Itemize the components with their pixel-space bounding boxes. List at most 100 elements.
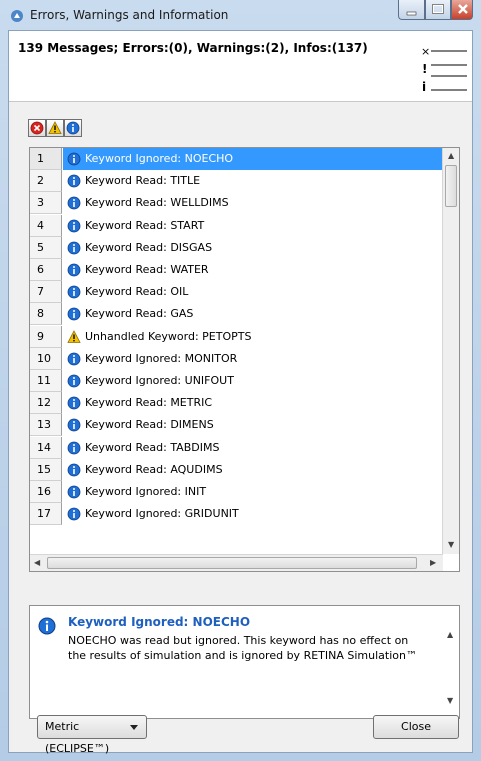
row-number[interactable]: 11	[30, 370, 62, 392]
detail-scrollbar[interactable]: ▲ ▼	[442, 630, 459, 710]
scroll-up-icon[interactable]: ▲	[447, 630, 453, 639]
row-number[interactable]: 3	[30, 192, 62, 215]
message-cell[interactable]: Keyword Read: DIMENS	[63, 414, 443, 436]
table-row[interactable]: 9 Unhandled Keyword: PETOPTS	[30, 325, 443, 348]
row-number[interactable]: 8	[30, 303, 62, 326]
info-icon	[67, 418, 81, 432]
table-row[interactable]: 10 Keyword Ignored: MONITOR	[30, 347, 443, 370]
warning-filter-button[interactable]	[46, 119, 64, 137]
row-number[interactable]: 17	[30, 503, 62, 526]
info-icon	[66, 121, 80, 135]
message-text: Keyword Read: TITLE	[85, 174, 201, 188]
table-row[interactable]: 3 Keyword Read: WELLDIMS	[30, 192, 443, 215]
table-row[interactable]: 6 Keyword Read: WATER	[30, 259, 443, 281]
info-icon	[67, 507, 81, 521]
info-icon	[67, 285, 81, 299]
info-filter-button[interactable]	[64, 119, 82, 137]
svg-text:!: !	[422, 62, 427, 76]
message-cell[interactable]: Keyword Read: TABDIMS	[63, 437, 443, 459]
message-cell[interactable]: Keyword Read: AQUDIMS	[63, 459, 443, 481]
title-bar[interactable]: Errors, Warnings and Information	[0, 0, 481, 30]
message-cell[interactable]: Keyword Ignored: NOECHO	[63, 148, 443, 170]
scroll-up-icon[interactable]: ▲	[448, 151, 454, 160]
info-icon	[67, 374, 81, 388]
info-icon	[67, 307, 81, 321]
row-number[interactable]: 13	[30, 414, 62, 437]
maximize-button[interactable]	[425, 0, 451, 20]
scroll-right-icon[interactable]: ▶	[430, 558, 436, 567]
minimize-button[interactable]	[398, 0, 425, 20]
message-text: Keyword Read: AQUDIMS	[85, 462, 223, 476]
table-row[interactable]: 17 Keyword Ignored: GRIDUNIT	[30, 503, 443, 526]
close-window-button[interactable]	[451, 0, 473, 20]
message-cell[interactable]: Keyword Read: WELLDIMS	[63, 192, 443, 214]
message-text: Keyword Ignored: NOECHO	[85, 152, 234, 165]
row-number[interactable]: 16	[30, 481, 62, 503]
table-row[interactable]: 11 Keyword Ignored: UNIFOUT	[30, 370, 443, 392]
message-text: Unhandled Keyword: PETOPTS	[85, 329, 252, 343]
window-title: Errors, Warnings and Information	[30, 8, 229, 22]
info-icon	[67, 396, 81, 410]
message-cell[interactable]: Keyword Read: OIL	[63, 281, 443, 303]
scroll-down-icon[interactable]: ▼	[448, 540, 454, 549]
message-cell[interactable]: Keyword Read: START	[63, 215, 443, 237]
close-icon	[458, 4, 468, 14]
message-cell[interactable]: Keyword Read: TITLE	[63, 170, 443, 192]
minimize-icon	[406, 11, 417, 16]
error-filter-button[interactable]	[28, 119, 46, 137]
message-cell[interactable]: Keyword Ignored: GRIDUNIT	[63, 503, 443, 525]
message-cell[interactable]: Keyword Ignored: UNIFOUT	[63, 370, 443, 392]
table-row[interactable]: 1 Keyword Ignored: NOECHO	[30, 148, 443, 170]
row-number[interactable]: 12	[30, 392, 62, 415]
message-text: Keyword Read: WELLDIMS	[85, 196, 229, 210]
vertical-scrollbar[interactable]: ▲ ▼	[442, 148, 459, 554]
table-row[interactable]: 8 Keyword Read: GAS	[30, 303, 443, 326]
table-row[interactable]: 16 Keyword Ignored: INIT	[30, 481, 443, 503]
table-row[interactable]: 15 Keyword Read: AQUDIMS	[30, 458, 443, 481]
message-cell[interactable]: Keyword Ignored: MONITOR	[63, 348, 443, 370]
close-button[interactable]: Close	[373, 715, 459, 739]
message-cell[interactable]: Keyword Read: METRIC	[63, 392, 443, 414]
message-cell[interactable]: Keyword Read: WATER	[63, 259, 443, 281]
table-row[interactable]: 14 Keyword Read: TABDIMS	[30, 436, 443, 459]
scroll-down-icon[interactable]: ▼	[447, 696, 453, 705]
message-text: Keyword Ignored: MONITOR	[85, 351, 238, 365]
app-icon	[11, 10, 23, 22]
horizontal-scrollbar[interactable]: ◀ ▶	[30, 554, 443, 571]
table-row[interactable]: 2 Keyword Read: TITLE	[30, 170, 443, 193]
message-cell[interactable]: Keyword Read: GAS	[63, 303, 443, 325]
chevron-down-icon	[130, 725, 138, 730]
message-text: Keyword Ignored: INIT	[85, 485, 207, 498]
scroll-left-icon[interactable]: ◀	[34, 558, 40, 567]
table-row[interactable]: 12 Keyword Read: METRIC	[30, 392, 443, 415]
row-number[interactable]: 6	[30, 259, 62, 281]
row-number[interactable]: 15	[30, 458, 62, 481]
row-number[interactable]: 10	[30, 347, 62, 370]
message-cell[interactable]: Keyword Read: DISGAS	[63, 237, 443, 259]
dialog-window: Errors, Warnings and Information 139 Mes…	[0, 0, 481, 761]
table-row[interactable]: 4 Keyword Read: START	[30, 214, 443, 237]
row-number[interactable]: 2	[30, 170, 62, 193]
message-cell[interactable]: Keyword Ignored: INIT	[63, 481, 443, 503]
horizontal-scroll-thumb[interactable]	[47, 557, 417, 569]
table-row[interactable]: 7 Keyword Read: OIL	[30, 281, 443, 304]
row-number[interactable]: 4	[30, 214, 62, 237]
vertical-scroll-thumb[interactable]	[445, 165, 457, 207]
row-number[interactable]: 9	[30, 325, 62, 348]
row-number[interactable]: 1	[30, 148, 62, 170]
warning-icon	[67, 329, 81, 343]
message-list-icon: × ! i	[421, 45, 467, 94]
row-number[interactable]: 5	[30, 236, 62, 259]
message-cell[interactable]: Unhandled Keyword: PETOPTS	[63, 326, 443, 348]
row-number[interactable]: 7	[30, 281, 62, 304]
info-icon	[67, 219, 81, 232]
units-select[interactable]: Metric (ECLIPSE™)	[37, 715, 147, 755]
table-row[interactable]: 5 Keyword Read: DISGAS	[30, 236, 443, 259]
warning-icon	[48, 121, 62, 134]
message-text: Keyword Read: GAS	[85, 307, 194, 321]
table-row[interactable]: 13 Keyword Read: DIMENS	[30, 414, 443, 437]
row-number[interactable]: 14	[30, 436, 62, 459]
info-icon	[67, 463, 81, 477]
message-table[interactable]: 1 Keyword Ignored: NOECHO 2 Keyword Read: T…	[29, 147, 460, 572]
message-text: Keyword Read: WATER	[85, 263, 209, 276]
